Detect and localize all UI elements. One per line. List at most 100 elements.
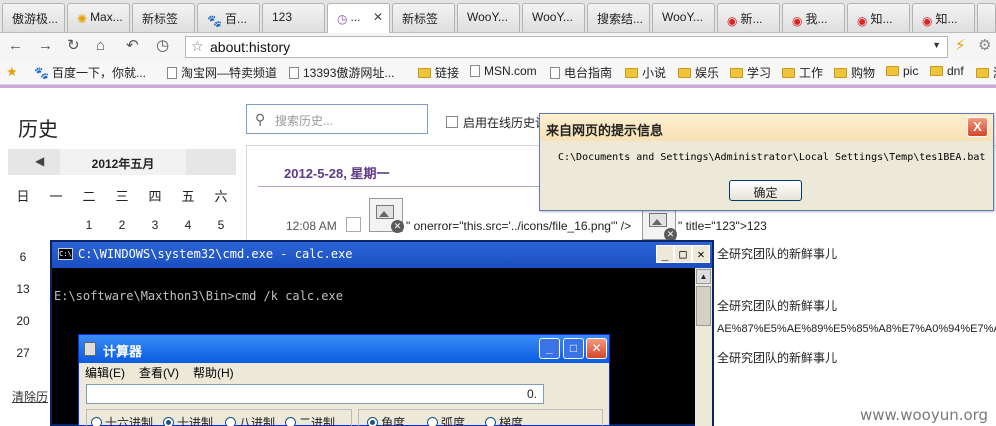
cmd-output: E:\software\Maxthon3\Bin>cmd /k calc.exe — [54, 289, 343, 303]
bookmark-folder[interactable]: dnf — [930, 64, 964, 78]
tab[interactable]: 新标签 — [392, 3, 455, 32]
radio-label: 二进制 — [299, 416, 336, 426]
menu-edit[interactable]: 编辑(E) — [85, 364, 125, 381]
favorites-star-icon[interactable]: ★ — [6, 64, 18, 80]
tab[interactable]: ◉ 知... — [912, 3, 975, 32]
forward-icon[interactable]: → — [38, 38, 53, 54]
address-bar[interactable]: ☆ about:history ▼ — [185, 36, 948, 58]
date-heading: 2012-5-28, 星期一 — [284, 166, 390, 181]
radio-radian[interactable]: 弧度 — [427, 414, 465, 426]
refresh-icon[interactable]: ↻ — [67, 38, 80, 54]
radio-bin[interactable]: 二进制 — [285, 414, 335, 426]
folder-icon — [976, 68, 989, 78]
tab[interactable]: 搜索结... — [587, 3, 650, 32]
close-icon[interactable]: X — [967, 117, 988, 137]
tab[interactable]: ◉ 我... — [782, 3, 845, 32]
star-icon[interactable]: ☆ — [191, 38, 204, 55]
tab[interactable]: WooY... — [522, 3, 585, 32]
calendar-day[interactable]: 20 — [13, 314, 33, 328]
calendar-day[interactable]: 3 — [145, 218, 165, 232]
tab-active[interactable]: ◷... ✕ — [327, 3, 390, 33]
bookmark-label: 淘宝网—特卖频道 — [181, 66, 278, 80]
tab[interactable]: ◉ 新... — [717, 3, 780, 32]
entry-title[interactable]: 全研究团队的新鲜事儿 — [717, 349, 837, 366]
tab-label: 新标签 — [142, 12, 179, 26]
tools-icon[interactable]: ⚙ — [978, 38, 991, 54]
calendar-day[interactable]: 4 — [178, 218, 198, 232]
calendar-day[interactable]: 2 — [112, 218, 132, 232]
tab[interactable]: ◉ 知... — [847, 3, 910, 32]
tab[interactable]: 傲游极... — [2, 3, 65, 32]
entry-title[interactable]: 全研究团队的新鲜事儿 — [717, 245, 837, 262]
menu-view[interactable]: 查看(V) — [139, 364, 179, 381]
bookmark-folder[interactable]: 学习 — [730, 64, 771, 81]
tab[interactable]: ✺ Max... — [67, 3, 130, 32]
tab[interactable]: WooY... — [457, 3, 520, 32]
clear-history-link[interactable]: 清除历 — [12, 388, 48, 405]
back-icon[interactable]: ← — [8, 38, 23, 54]
tab-label: Max... — [90, 10, 123, 24]
undo-icon[interactable]: ↶ — [126, 38, 139, 54]
calendar-day[interactable]: 27 — [13, 346, 33, 360]
tab[interactable]: 123 — [262, 3, 325, 32]
calendar-day[interactable]: 6 — [13, 250, 33, 264]
entry-title[interactable]: 全研究团队的新鲜事儿 — [717, 297, 837, 314]
weekday-label: 五 — [181, 189, 195, 204]
menu-help[interactable]: 帮助(H) — [193, 364, 234, 381]
radio-label: 八进制 — [239, 416, 276, 426]
prev-month-button[interactable]: ◀ — [35, 154, 44, 168]
radio-dec[interactable]: 十进制 — [163, 414, 213, 426]
lightning-icon[interactable]: ⚡ — [955, 38, 966, 54]
tab-label: 知... — [935, 12, 958, 26]
ok-button[interactable]: 确定 — [729, 180, 802, 201]
bookmark-item[interactable]: 🐾 百度一下，你就... — [34, 64, 146, 81]
tab[interactable]: 新标签 — [132, 3, 195, 32]
bookmark-folder[interactable]: 工作 — [782, 64, 823, 81]
tab-overflow[interactable] — [977, 3, 996, 32]
close-icon[interactable]: ✕ — [586, 338, 607, 359]
bookmark-item[interactable]: 淘宝网—特卖频道 — [167, 64, 277, 81]
chevron-down-icon[interactable]: ▼ — [932, 40, 941, 50]
search-placeholder: 搜索历史... — [275, 114, 334, 128]
bookmark-folder[interactable]: pic — [886, 64, 918, 78]
history-clock-icon[interactable]: ◷ — [156, 38, 169, 54]
tab[interactable]: WooY... — [652, 3, 715, 32]
calendar-day[interactable]: 13 — [13, 282, 33, 296]
calendar-day[interactable]: 5 — [211, 218, 231, 232]
radio-oct[interactable]: 八进制 — [225, 414, 275, 426]
baidu-paw-icon: 🐾 — [34, 66, 49, 80]
radio-degree[interactable]: 角度 — [367, 414, 405, 426]
minimize-icon[interactable]: _ — [539, 338, 560, 359]
cmd-icon: C:\ — [58, 248, 73, 260]
scroll-up-icon[interactable]: ▲ — [696, 269, 711, 284]
search-input[interactable]: ⚲ 搜索历史... — [246, 104, 428, 134]
maximize-icon[interactable]: □ — [674, 245, 692, 263]
bookmark-folder[interactable]: 娱乐 — [678, 64, 719, 81]
minimize-icon[interactable]: _ — [656, 245, 674, 263]
bookmark-folder[interactable]: 购物 — [834, 64, 875, 81]
bookmark-folder[interactable]: 链接 — [418, 64, 459, 81]
radio-label: 梯度 — [499, 416, 524, 426]
bookmark-item[interactable]: MSN.com — [470, 64, 537, 78]
radio-gradian[interactable]: 梯度 — [485, 414, 523, 426]
bookmark-folder[interactable]: 小说 — [625, 64, 666, 81]
calendar-day[interactable]: 1 — [79, 218, 99, 232]
bookmark-item[interactable]: 电台指南 — [550, 64, 612, 81]
entry-url[interactable]: AE%87%E5%AE%89%E5%85%A8%E7%A0%94%E7%A — [717, 323, 996, 335]
close-icon[interactable]: ✕ — [373, 10, 383, 24]
entry-checkbox[interactable] — [346, 217, 361, 232]
radio-hex[interactable]: 十六进制 — [91, 414, 153, 426]
bookmark-label: 电台指南 — [564, 66, 613, 80]
scrollbar[interactable]: ▲ — [695, 268, 712, 426]
maximize-icon[interactable]: □ — [563, 338, 584, 359]
scroll-thumb[interactable] — [696, 286, 711, 326]
bookmarks-bar: ★ 🐾 百度一下，你就... 淘宝网—特卖频道 13393傲游网址... 链接 M… — [0, 61, 996, 85]
bookmark-item[interactable]: 13393傲游网址... — [289, 64, 394, 81]
address-text: about:history — [210, 39, 291, 55]
sync-checkbox[interactable] — [446, 116, 458, 128]
close-icon[interactable]: ✕ — [692, 245, 710, 263]
tab[interactable]: 🐾 百... — [197, 3, 260, 32]
tab-label: 知... — [870, 12, 893, 26]
bookmark-folder[interactable]: 游 — [976, 64, 996, 81]
home-icon[interactable]: ⌂ — [96, 38, 105, 54]
